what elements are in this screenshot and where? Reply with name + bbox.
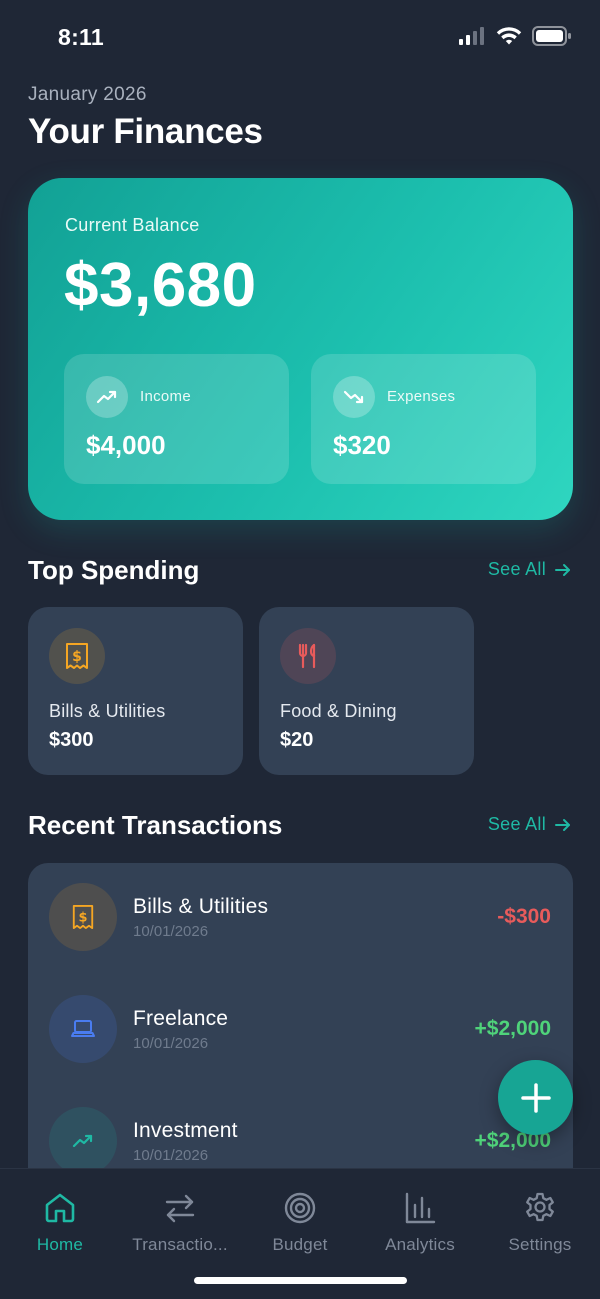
recent-transactions-title: Recent Transactions	[28, 810, 283, 840]
trending-up-icon	[49, 1107, 117, 1168]
balance-label: Current Balance	[65, 215, 200, 235]
see-all-label: See All	[487, 814, 546, 834]
plus-icon	[520, 1082, 551, 1113]
expenses-box[interactable]: Expenses $320	[311, 354, 536, 484]
top-spending-see-all-link[interactable]: See All	[488, 559, 572, 580]
status-icons	[458, 26, 572, 46]
status-time: 8:11	[58, 24, 104, 50]
trending-up-icon	[86, 376, 128, 418]
tab-label: Budget	[272, 1235, 328, 1254]
spending-card-food[interactable]: Food & Dining $20	[259, 607, 474, 775]
laptop-icon	[49, 995, 117, 1063]
target-icon	[284, 1192, 316, 1224]
transaction-name: Bills & Utilities	[133, 895, 269, 918]
top-spending-title: Top Spending	[28, 555, 200, 585]
tab-label: Settings	[508, 1235, 572, 1254]
battery-icon	[532, 26, 571, 46]
spending-card-bills[interactable]: $ Bills & Utilities $300	[28, 607, 243, 775]
arrow-right-icon	[555, 563, 570, 576]
home-icon	[45, 1193, 75, 1223]
tab-budget[interactable]: Budget	[240, 1191, 360, 1255]
transaction-list: $ Bills & Utilities 10/01/2026 -$300 Fre…	[28, 863, 573, 1168]
transactions-see-all-link[interactable]: See All	[488, 814, 572, 835]
transaction-row[interactable]: Investment 10/01/2026 +$2,000	[28, 1087, 573, 1168]
expenses-value: $320	[333, 430, 391, 460]
transaction-date: 10/01/2026	[133, 1147, 209, 1164]
transfer-icon	[165, 1194, 195, 1223]
transaction-date: 10/01/2026	[133, 1035, 209, 1052]
date-label: January 2026	[28, 84, 147, 105]
see-all-label: See All	[487, 559, 546, 579]
tab-label: Home	[36, 1235, 84, 1254]
tab-label: Transactio...	[132, 1235, 228, 1254]
trending-down-icon	[333, 376, 375, 418]
transaction-row[interactable]: $ Bills & Utilities 10/01/2026 -$300	[28, 863, 573, 975]
balance-amount: $3,680	[64, 251, 257, 320]
tab-label: Analytics	[385, 1235, 455, 1254]
balance-card: Current Balance $3,680 Income $4,000 Exp…	[28, 178, 573, 520]
bill-icon: $	[49, 883, 117, 951]
income-box[interactable]: Income $4,000	[64, 354, 289, 484]
expenses-label: Expenses	[387, 388, 456, 405]
spending-amount: $20	[280, 729, 314, 751]
status-bar: 8:11	[0, 0, 600, 76]
svg-text:$: $	[79, 911, 88, 926]
wifi-icon	[496, 27, 522, 45]
transaction-amount: -$300	[497, 905, 551, 928]
income-value: $4,000	[86, 430, 166, 460]
page-title: Your Finances	[28, 112, 263, 151]
spending-name: Food & Dining	[280, 701, 397, 721]
tab-analytics[interactable]: Analytics	[360, 1191, 480, 1255]
income-label: Income	[140, 388, 191, 405]
fork-knife-icon	[280, 628, 336, 684]
signal-icon	[459, 27, 484, 45]
spending-name: Bills & Utilities	[49, 701, 166, 721]
transaction-date: 10/01/2026	[133, 923, 209, 940]
home-indicator	[194, 1277, 407, 1284]
transaction-row[interactable]: Freelance 10/01/2026 +$2,000	[28, 975, 573, 1087]
tab-settings[interactable]: Settings	[480, 1191, 600, 1255]
add-transaction-button[interactable]	[498, 1060, 573, 1135]
transaction-name: Freelance	[133, 1007, 229, 1030]
tab-home[interactable]: Home	[0, 1191, 120, 1255]
svg-text:$: $	[72, 649, 82, 665]
transaction-name: Investment	[133, 1119, 238, 1142]
arrow-right-icon	[555, 818, 570, 831]
transaction-amount: +$2,000	[474, 1017, 552, 1040]
spending-amount: $300	[49, 729, 94, 751]
gear-icon	[526, 1192, 554, 1222]
tab-transactions[interactable]: Transactio...	[120, 1191, 240, 1255]
bar-chart-icon	[405, 1192, 436, 1224]
bill-icon: $	[49, 628, 105, 684]
